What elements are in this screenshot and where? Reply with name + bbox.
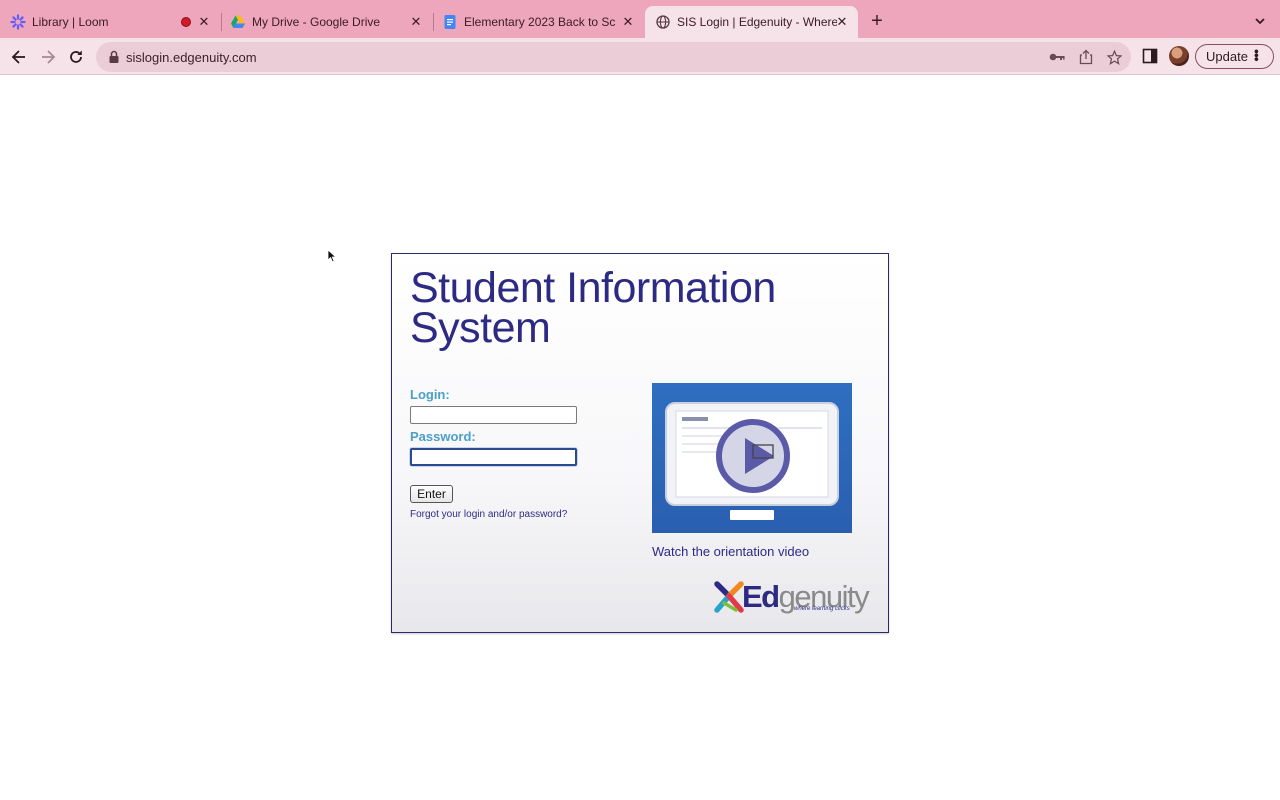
more-menu-icon[interactable]: •••	[1249, 49, 1265, 61]
play-video-icon	[665, 402, 839, 520]
edgenuity-x-icon	[714, 581, 744, 613]
reload-button[interactable]	[65, 46, 87, 68]
url-text: sislogin.edgenuity.com	[126, 50, 257, 65]
bookmark-star-icon[interactable]	[1106, 49, 1122, 65]
forward-button[interactable]	[37, 46, 59, 68]
google-drive-icon	[230, 14, 246, 30]
lock-icon[interactable]	[108, 50, 122, 64]
close-tab-icon[interactable]: ✕	[408, 14, 424, 30]
login-label: Login:	[410, 387, 450, 402]
tab-strip: Library | Loom ✕ My Drive - Google Drive…	[0, 0, 1280, 38]
page-title: Student Information System	[410, 264, 776, 352]
edgenuity-logo: Edgenuity where learning clicks	[714, 580, 874, 616]
recording-indicator-icon	[181, 17, 191, 27]
login-input[interactable]	[410, 406, 577, 424]
tab-google-drive[interactable]: My Drive - Google Drive ✕	[222, 6, 432, 38]
tab-title: Elementary 2023 Back to Scho	[464, 15, 616, 29]
update-label: Update	[1206, 49, 1248, 64]
share-icon[interactable]	[1078, 49, 1094, 65]
watch-video-link[interactable]: Watch the orientation video	[652, 544, 809, 559]
tab-google-docs[interactable]: Elementary 2023 Back to Scho ✕	[434, 6, 644, 38]
tab-title: SIS Login | Edgenuity - Where l	[677, 15, 837, 29]
enter-button[interactable]: Enter	[410, 485, 453, 503]
forward-arrow-icon	[42, 50, 56, 64]
login-panel: Student Information System Login: Passwo…	[391, 253, 889, 633]
back-arrow-icon	[11, 50, 25, 64]
side-panel-icon[interactable]	[1142, 48, 1158, 64]
key-icon[interactable]	[1049, 49, 1065, 65]
password-input[interactable]	[410, 448, 577, 466]
back-button[interactable]	[8, 46, 30, 68]
mouse-cursor-icon	[327, 249, 337, 263]
google-docs-icon	[442, 14, 458, 30]
address-bar[interactable]: sislogin.edgenuity.com	[96, 42, 1131, 72]
forgot-password-link[interactable]: Forgot your login and/or password?	[410, 509, 567, 520]
loom-icon	[10, 14, 26, 30]
tab-title: My Drive - Google Drive	[252, 15, 381, 29]
update-button[interactable]: Update •••	[1195, 44, 1274, 69]
profile-avatar[interactable]	[1169, 46, 1189, 66]
close-tab-icon[interactable]: ✕	[196, 14, 212, 30]
new-tab-button[interactable]: +	[866, 10, 888, 32]
reload-icon	[70, 50, 82, 63]
browser-toolbar: sislogin.edgenuity.com	[0, 38, 1280, 75]
tab-loom[interactable]: Library | Loom ✕	[10, 6, 220, 38]
tab-title: Library | Loom	[32, 15, 109, 29]
close-tab-icon[interactable]: ✕	[620, 14, 636, 30]
brand-tagline: where learning clicks	[794, 606, 850, 612]
close-tab-icon[interactable]: ✕	[834, 14, 850, 30]
password-label: Password:	[410, 429, 476, 444]
tab-sis-login[interactable]: SIS Login | Edgenuity - Where l ✕	[645, 6, 858, 38]
orientation-video-thumbnail[interactable]	[652, 383, 852, 533]
globe-icon	[655, 14, 671, 30]
tab-search-chevron-icon[interactable]	[1250, 11, 1270, 31]
